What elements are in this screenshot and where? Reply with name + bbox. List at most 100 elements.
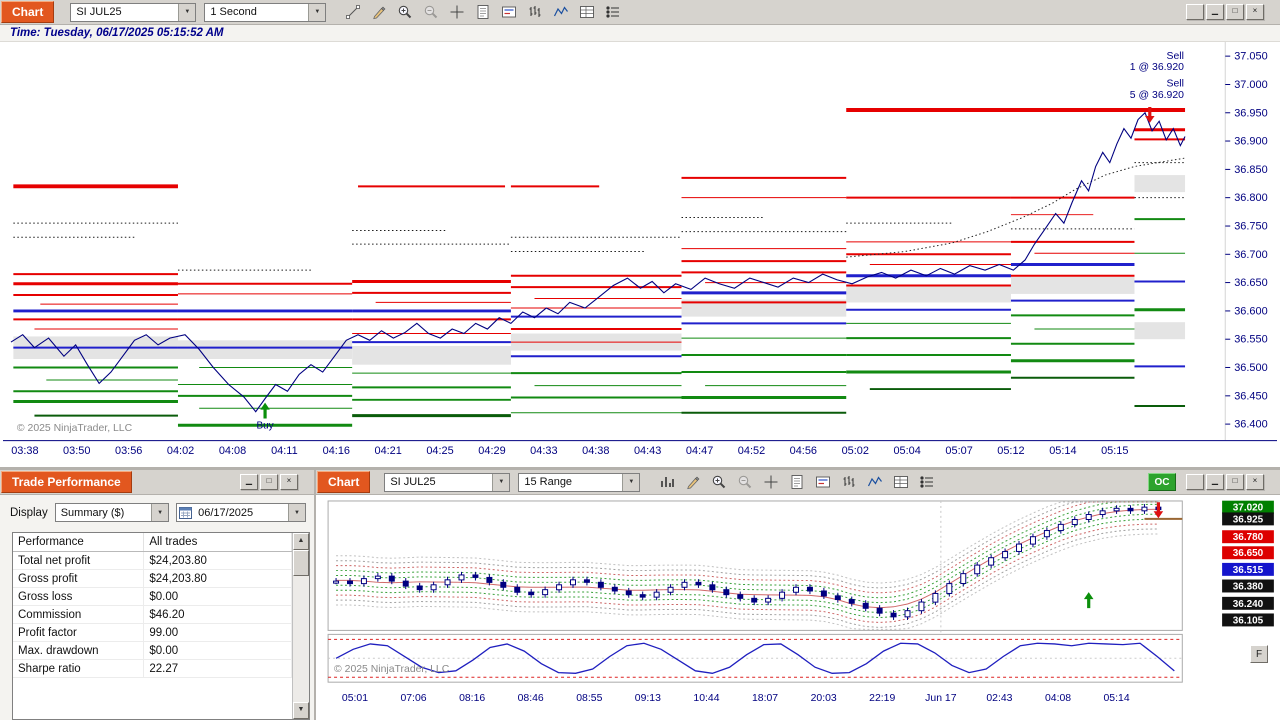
zoom-out-icon[interactable] <box>732 472 758 492</box>
svg-text:04:29: 04:29 <box>478 445 505 457</box>
instrument-select[interactable]: SI JUL25 ▼ <box>70 2 197 22</box>
pencil-icon[interactable] <box>366 2 392 22</box>
interval-select[interactable]: 1 Second ▼ <box>204 2 327 22</box>
chart-window-title-tab[interactable]: Chart <box>1 1 55 23</box>
column-header-all-trades: All trades <box>143 533 292 552</box>
range-chart-window: Chart SI JUL25 ▼ 15 Range ▼ OC ▁ □ × 37.02… <box>316 470 1280 720</box>
svg-text:04:08: 04:08 <box>219 445 246 457</box>
zoom-in-icon[interactable] <box>706 472 732 492</box>
date-value: 06/17/2025 <box>198 506 254 519</box>
metric-label: Profit factor <box>13 623 145 642</box>
indicator-icon[interactable] <box>862 472 888 492</box>
svg-text:07:06: 07:06 <box>400 693 426 704</box>
chevron-down-icon: ▼ <box>178 3 196 21</box>
svg-text:05:04: 05:04 <box>893 445 920 457</box>
table-header-row: Performance All trades <box>13 533 292 552</box>
pin-button[interactable] <box>1186 4 1204 20</box>
trade-performance-title-label: Trade Performance <box>12 475 121 489</box>
main-toolbar-icons <box>340 2 626 22</box>
svg-text:05:15: 05:15 <box>1101 445 1128 457</box>
svg-text:22:19: 22:19 <box>869 693 895 704</box>
close-button[interactable]: × <box>1246 4 1264 20</box>
main-chart-plot[interactable]: BuySell1 @ 36.920Sell5 @ 36.92037.05037.… <box>0 42 1280 467</box>
maximize-button[interactable]: □ <box>1226 474 1244 490</box>
svg-text:36.650: 36.650 <box>1233 548 1264 559</box>
bar-chart-icon[interactable] <box>522 2 548 22</box>
date-picker[interactable]: 06/17/2025 ▼ <box>176 503 306 522</box>
column-header-performance: Performance <box>13 533 145 552</box>
range-chart-title-tab[interactable]: Chart <box>317 471 371 493</box>
order-flag-icon[interactable] <box>496 2 522 22</box>
order-flag-icon[interactable] <box>810 472 836 492</box>
svg-text:36.650: 36.650 <box>1234 277 1267 289</box>
time-status-text: Time: Tuesday, 06/17/2025 05:15:52 AM <box>10 27 224 39</box>
svg-text:36.515: 36.515 <box>1233 565 1264 576</box>
calendar-icon <box>177 506 193 519</box>
minimize-button[interactable]: ▁ <box>1206 4 1224 20</box>
minimize-button[interactable]: ▁ <box>240 474 258 490</box>
svg-text:37.050: 37.050 <box>1234 51 1267 63</box>
svg-text:20:03: 20:03 <box>811 693 837 704</box>
svg-text:04:25: 04:25 <box>426 445 453 457</box>
table-row: Commission $46.20 <box>13 605 292 624</box>
maximize-button[interactable]: □ <box>260 474 278 490</box>
svg-text:36.800: 36.800 <box>1234 192 1267 204</box>
crosshair-icon[interactable] <box>758 472 784 492</box>
interval-select[interactable]: 15 Range ▼ <box>518 472 641 492</box>
svg-text:36.850: 36.850 <box>1234 164 1267 176</box>
instrument-select[interactable]: SI JUL25 ▼ <box>384 472 511 492</box>
properties-icon[interactable] <box>914 472 940 492</box>
table-row: Profit factor 99.00 <box>13 623 292 642</box>
maximize-button[interactable]: □ <box>1226 4 1244 20</box>
scroll-up-icon[interactable]: ▲ <box>293 533 309 550</box>
histogram-icon[interactable] <box>654 472 680 492</box>
svg-text:36.900: 36.900 <box>1234 136 1267 148</box>
svg-text:05:07: 05:07 <box>945 445 972 457</box>
pencil-icon[interactable] <box>680 472 706 492</box>
indicator-icon[interactable] <box>548 2 574 22</box>
instrument-value: SI JUL25 <box>76 6 122 18</box>
svg-text:05:14: 05:14 <box>1049 445 1076 457</box>
main-chart-window: Chart SI JUL25 ▼ 1 Second ▼ ▁ □ × Time: Tu… <box>0 0 1280 467</box>
scroll-thumb[interactable] <box>293 550 309 576</box>
table-row: Max. drawdown $0.00 <box>13 641 292 660</box>
crosshair-icon[interactable] <box>444 2 470 22</box>
metric-value: $0.00 <box>143 641 292 660</box>
trendline-icon[interactable] <box>340 2 366 22</box>
svg-text:05:14: 05:14 <box>1104 693 1130 704</box>
data-grid-icon[interactable] <box>888 472 914 492</box>
oc-button[interactable]: OC <box>1148 473 1176 491</box>
bar-chart-icon[interactable] <box>836 472 862 492</box>
range-toolbar-icons <box>654 472 940 492</box>
scroll-down-icon[interactable]: ▼ <box>293 702 309 719</box>
display-controls: Display Summary ($) ▼ 06/17/2025 ▼ <box>0 495 314 526</box>
svg-text:© 2025 NinjaTrader, LLC: © 2025 NinjaTrader, LLC <box>17 423 133 434</box>
properties-icon[interactable] <box>600 2 626 22</box>
report-icon[interactable] <box>784 472 810 492</box>
report-icon[interactable] <box>470 2 496 22</box>
zoom-in-icon[interactable] <box>392 2 418 22</box>
svg-text:04:56: 04:56 <box>790 445 817 457</box>
trade-performance-window-controls: ▁ □ × <box>240 474 298 490</box>
instrument-value: SI JUL25 <box>390 476 436 488</box>
display-select[interactable]: Summary ($) ▼ <box>54 503 170 522</box>
svg-text:04:33: 04:33 <box>530 445 557 457</box>
svg-text:Jun 17: Jun 17 <box>925 693 957 704</box>
range-chart-plot[interactable]: 37.02036.925 36.780 36.650 36.515 36.380 36.2… <box>316 495 1278 720</box>
table-scrollbar[interactable]: ▲ ▼ <box>292 533 309 719</box>
zoom-out-icon[interactable] <box>418 2 444 22</box>
data-grid-icon[interactable] <box>574 2 600 22</box>
svg-text:04:21: 04:21 <box>374 445 401 457</box>
scroll-track[interactable] <box>293 576 309 702</box>
interval-value: 15 Range <box>524 476 573 488</box>
trade-performance-title-tab[interactable]: Trade Performance <box>1 471 132 493</box>
close-button[interactable]: × <box>1246 474 1264 490</box>
minimize-button[interactable]: ▁ <box>1206 474 1224 490</box>
svg-text:36.700: 36.700 <box>1234 249 1267 261</box>
svg-text:Buy: Buy <box>257 420 274 431</box>
svg-text:36.380: 36.380 <box>1233 581 1264 592</box>
close-button[interactable]: × <box>280 474 298 490</box>
pin-button[interactable] <box>1186 474 1204 490</box>
focus-button[interactable]: F <box>1250 645 1268 663</box>
svg-text:04:08: 04:08 <box>1045 693 1071 704</box>
